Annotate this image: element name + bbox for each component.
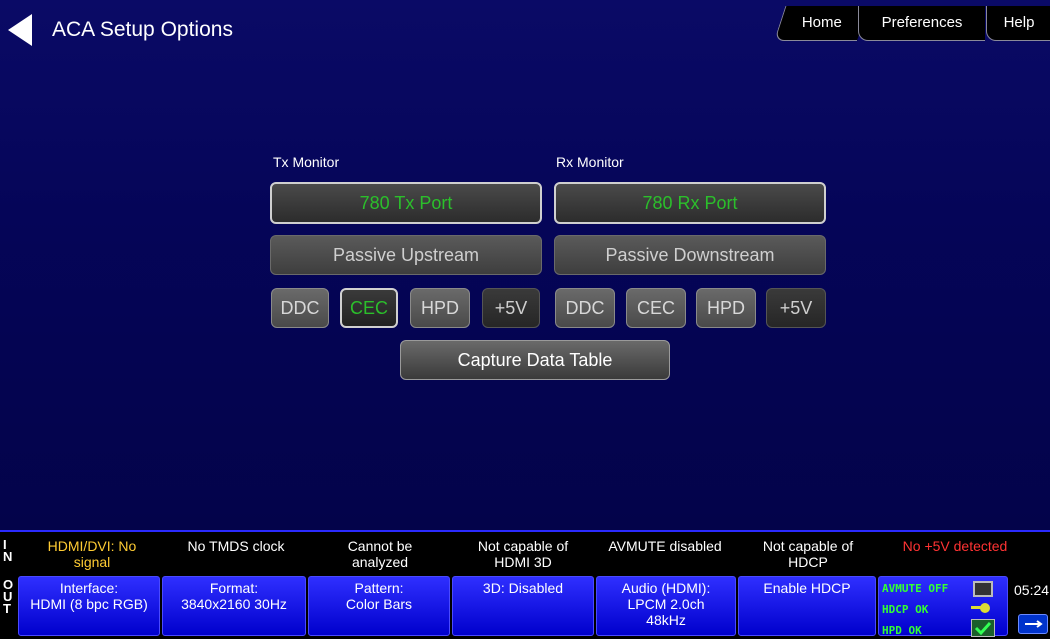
nav-help-tab[interactable]: Help (986, 6, 1050, 41)
nav-preferences-tab[interactable]: Preferences (858, 6, 985, 41)
main-panel: ACA Setup Options Home Preferences Help … (0, 0, 1050, 530)
out-side-label-t: T (3, 601, 11, 616)
in-status-hdcp-line2: HDCP (788, 554, 828, 570)
out-interface-line2: HDMI (8 bpc RGB) (30, 596, 148, 612)
nav-home-tab[interactable]: Home (774, 6, 869, 41)
out-audio-line2: LPCM 2.0ch (627, 596, 705, 612)
in-status-avmute-line1: AVMUTE disabled (608, 538, 722, 554)
monitor-icon (973, 581, 993, 597)
rx-hpd-button[interactable]: HPD (696, 288, 756, 328)
usb-icon[interactable] (1018, 614, 1048, 634)
page-title: ACA Setup Options (52, 18, 233, 41)
in-status-analysis-line1: Cannot be (347, 538, 413, 554)
in-status-5v-line1: No +5V detected (902, 538, 1008, 554)
out-3d-line1: 3D: Disabled (482, 580, 564, 596)
out-interface-line1: Interface: (59, 580, 119, 596)
out-pattern-button[interactable]: Pattern: Color Bars (308, 576, 450, 636)
tx-port-button[interactable]: 780 Tx Port (270, 182, 542, 224)
enable-hdcp-button[interactable]: Enable HDCP (738, 576, 876, 636)
in-status-hdcp: Not capable of HDCP (738, 538, 878, 570)
in-status-analysis-line2: analyzed (351, 554, 409, 570)
out-audio-line3: 48kHz (646, 612, 686, 628)
check-icon (971, 619, 995, 637)
tx-cec-button[interactable]: CEC (340, 288, 398, 328)
output-status-bar: O U T Interface: HDMI (8 bpc RGB) Format… (0, 574, 1050, 638)
out-format-button[interactable]: Format: 3840x2160 30Hz (162, 576, 306, 636)
in-status-5v: No +5V detected (880, 538, 1030, 554)
out-format-line1: Format: (209, 580, 259, 596)
key-icon (971, 601, 991, 615)
in-side-label-n: N (3, 549, 13, 564)
in-status-tmds-line1: No TMDS clock (187, 538, 285, 554)
tx-5v-button[interactable]: +5V (482, 288, 540, 328)
in-status-avmute: AVMUTE disabled (594, 538, 736, 554)
passive-downstream-button[interactable]: Passive Downstream (554, 235, 826, 275)
out-pattern-line2: Color Bars (345, 596, 413, 612)
rx-5v-button[interactable]: +5V (766, 288, 826, 328)
out-audio-button[interactable]: Audio (HDMI): LPCM 2.0ch 48kHz (596, 576, 736, 636)
in-status-hdmi-line1: HDMI/DVI: No (47, 538, 137, 554)
in-status-3d-line2: HDMI 3D (494, 554, 552, 570)
tx-monitor-label: Tx Monitor (273, 154, 340, 170)
rx-monitor-label: Rx Monitor (556, 154, 624, 170)
back-arrow-icon[interactable] (8, 14, 32, 46)
in-status-3d: Not capable of HDMI 3D (452, 538, 594, 570)
output-status-panel: AVMUTE OFF HDCP OK HPD OK (878, 576, 1008, 637)
out-interface-button[interactable]: Interface: HDMI (8 bpc RGB) (18, 576, 160, 636)
out-format-line2: 3840x2160 30Hz (181, 596, 287, 612)
tx-ddc-button[interactable]: DDC (271, 288, 329, 328)
out-pattern-line1: Pattern: (354, 580, 404, 596)
passive-upstream-button[interactable]: Passive Upstream (270, 235, 542, 275)
in-status-3d-line1: Not capable of (477, 538, 569, 554)
out-3d-button[interactable]: 3D: Disabled (452, 576, 594, 636)
hpd-status: HPD OK (882, 624, 922, 637)
in-status-analysis: Cannot be analyzed (310, 538, 450, 570)
in-status-hdcp-line1: Not capable of (762, 538, 854, 554)
in-status-hdmi-line2: signal (73, 554, 111, 570)
rx-ddc-button[interactable]: DDC (555, 288, 615, 328)
capture-data-table-button[interactable]: Capture Data Table (400, 340, 670, 380)
avmute-status: AVMUTE OFF (882, 582, 949, 595)
in-status-hdmi: HDMI/DVI: No signal (22, 538, 162, 570)
out-audio-line1: Audio (HDMI): (621, 580, 711, 596)
tx-hpd-button[interactable]: HPD (410, 288, 470, 328)
rx-port-button[interactable]: 780 Rx Port (554, 182, 826, 224)
nav-home-label: Home (801, 14, 842, 31)
clock: 05:24 (1014, 582, 1050, 598)
enable-hdcp-label: Enable HDCP (763, 580, 851, 596)
rx-cec-button[interactable]: CEC (626, 288, 686, 328)
hdcp-status: HDCP OK (882, 603, 929, 616)
in-status-tmds: No TMDS clock (166, 538, 306, 554)
input-status-bar: I N HDMI/DVI: No signal No TMDS clock Ca… (0, 530, 1050, 574)
